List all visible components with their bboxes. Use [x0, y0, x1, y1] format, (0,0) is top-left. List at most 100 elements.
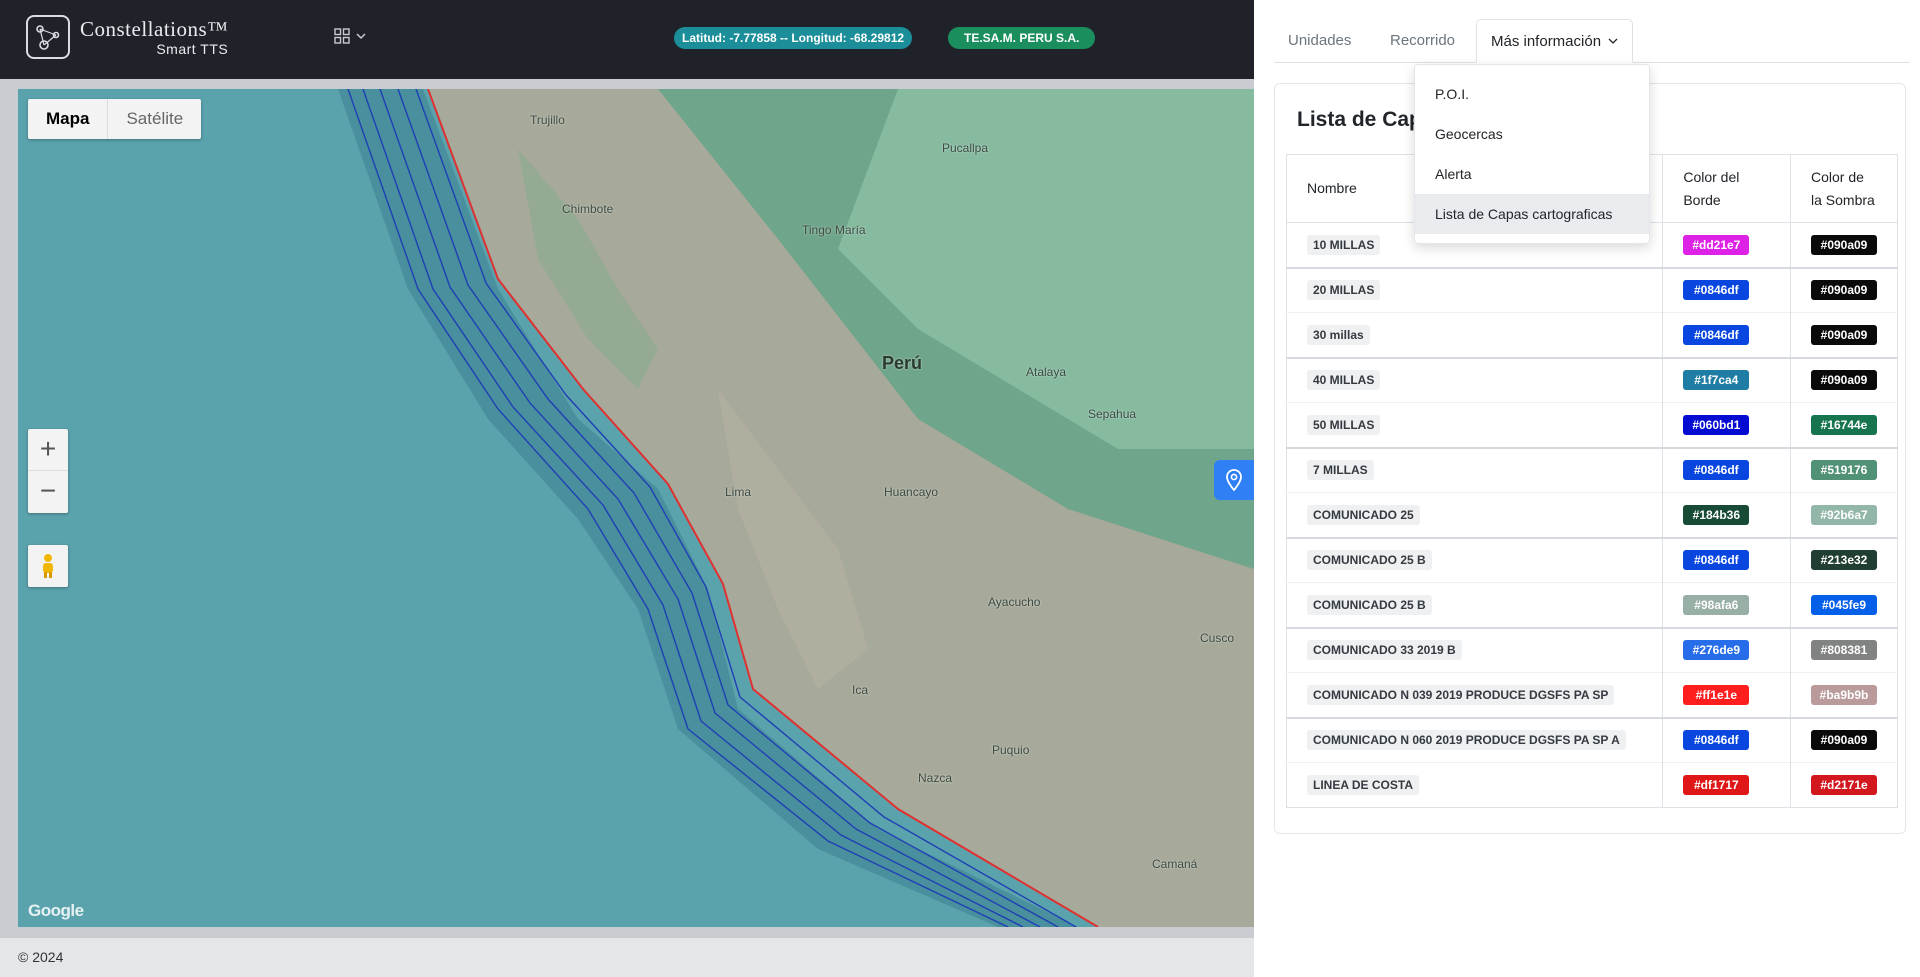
shadow-color-chip: #090a09	[1811, 280, 1877, 301]
map-label-sepahua: Sepahua	[1088, 407, 1137, 421]
tab-mas-informacion-label: Más información	[1491, 33, 1602, 50]
table-row[interactable]: 20 MILLAS #0846df #090a09	[1286, 266, 1898, 313]
company-badge[interactable]: TE.SA.M. PERU S.A.	[948, 27, 1096, 49]
layer-name-chip: 30 millas	[1307, 324, 1370, 345]
border-color-chip: #ff1e1e	[1683, 684, 1750, 705]
cell-border-color: #276de9	[1662, 626, 1791, 673]
shadow-color-chip: #090a09	[1811, 370, 1877, 391]
location-pin-button[interactable]	[1214, 460, 1254, 500]
cell-border-color: #0846df	[1662, 266, 1791, 313]
cell-border-color: #ff1e1e	[1662, 672, 1791, 718]
table-row[interactable]: 7 MILLAS #0846df #519176	[1286, 446, 1898, 493]
border-color-chip: #0846df	[1683, 730, 1750, 751]
cell-shadow-color: #16744e	[1790, 402, 1898, 448]
shadow-color-chip: #213e32	[1811, 550, 1877, 571]
tab-unidades[interactable]: Unidades	[1274, 19, 1365, 63]
map-label-pucallpa: Pucallpa	[942, 141, 989, 155]
map-label-lima: Lima	[725, 485, 752, 499]
apps-menu-button[interactable]	[334, 28, 366, 44]
menu-item-geocercas[interactable]: Geocercas	[1415, 114, 1649, 154]
menu-item-alerta[interactable]: Alerta	[1415, 154, 1649, 194]
table-row[interactable]: 50 MILLAS #060bd1 #16744e	[1286, 402, 1898, 448]
table-row[interactable]: COMUNICADO 33 2019 B #276de9 #808381	[1286, 626, 1898, 673]
cell-shadow-color: #519176	[1790, 446, 1898, 493]
layer-name-chip: 40 MILLAS	[1307, 370, 1381, 391]
table-row[interactable]: 30 millas #0846df #090a09	[1286, 312, 1898, 358]
border-color-chip: #060bd1	[1683, 414, 1750, 435]
map-label-tingo-maria: Tingo María	[802, 223, 866, 237]
cell-shadow-color: #090a09	[1790, 356, 1898, 403]
border-color-chip: #0846df	[1683, 550, 1750, 571]
cell-border-color: #dd21e7	[1662, 222, 1791, 268]
table-row[interactable]: COMUNICADO N 039 2019 PRODUCE DGSFS PA S…	[1286, 672, 1898, 718]
map-label-cusco: Cusco	[1200, 631, 1235, 645]
tab-mas-informacion[interactable]: Más información	[1476, 19, 1634, 63]
zoom-out-button[interactable]: −	[28, 471, 68, 513]
tab-recorrido[interactable]: Recorrido	[1376, 19, 1469, 63]
layer-name-chip: COMUNICADO 25	[1307, 504, 1420, 525]
grid-icon	[334, 28, 350, 44]
border-color-chip: #0846df	[1683, 280, 1750, 301]
map-type-satellite-button[interactable]: Satélite	[108, 99, 201, 139]
map-canvas[interactable]: Perú Lima Trujillo Chimbote Huancayo Aya…	[18, 89, 1254, 927]
shadow-color-chip: #090a09	[1811, 730, 1877, 751]
border-color-chip: #df1717	[1683, 775, 1750, 795]
cell-border-color: #df1717	[1662, 762, 1791, 808]
menu-item-poi[interactable]: P.O.I.	[1415, 74, 1649, 114]
cell-name: 20 MILLAS	[1286, 266, 1664, 313]
map-label-ica: Ica	[852, 683, 869, 697]
table-row[interactable]: COMUNICADO 25 B #0846df #213e32	[1286, 536, 1898, 583]
layer-name-chip: COMUNICADO 33 2019 B	[1307, 640, 1462, 661]
shadow-color-chip: #d2171e	[1811, 775, 1877, 795]
layers-table: Nombre Color del Borde Color de la Sombr…	[1286, 154, 1898, 808]
cell-border-color: #1f7ca4	[1662, 356, 1791, 403]
map-pin-icon	[1226, 469, 1242, 491]
chevron-down-icon	[1608, 38, 1618, 44]
cell-name: LINEA DE COSTA	[1286, 762, 1664, 808]
mas-informacion-dropdown: P.O.I. Geocercas Alerta Lista de Capas c…	[1414, 64, 1650, 244]
table-row[interactable]: COMUNICADO N 060 2019 PRODUCE DGSFS PA S…	[1286, 716, 1898, 763]
cell-shadow-color: #808381	[1790, 626, 1898, 673]
street-view-pegman-icon[interactable]	[28, 545, 68, 587]
cell-name: 7 MILLAS	[1286, 446, 1664, 493]
panel-tabs: Unidades Recorrido Más información	[1274, 19, 1910, 63]
brand-logo[interactable]: Constellations™ Smart TTS	[26, 15, 228, 59]
cell-name: COMUNICADO 25 B	[1286, 582, 1664, 628]
zoom-in-button[interactable]: +	[28, 429, 68, 471]
coordinates-badge: Latitud: -7.77858 -- Longitud: -68.29812	[674, 27, 913, 49]
layer-name-chip: COMUNICADO N 039 2019 PRODUCE DGSFS PA S…	[1307, 684, 1615, 705]
cell-name: COMUNICADO 25 B	[1286, 536, 1664, 583]
google-attribution[interactable]: Google	[28, 901, 84, 921]
cell-shadow-color: #213e32	[1790, 536, 1898, 583]
map-label-atalaya: Atalaya	[1026, 365, 1067, 379]
table-row[interactable]: COMUNICADO 25 #184b36 #92b6a7	[1286, 492, 1898, 538]
column-header-shadow-color: Color de la Sombra	[1790, 154, 1898, 223]
map-type-control: Mapa Satélite	[28, 99, 202, 139]
cell-shadow-color: #92b6a7	[1790, 492, 1898, 538]
map-label-chimbote: Chimbote	[562, 202, 614, 216]
brand-subtitle: Smart TTS	[156, 40, 229, 57]
shadow-color-chip: #090a09	[1811, 234, 1877, 255]
border-color-chip: #1f7ca4	[1683, 370, 1750, 391]
layer-name-chip: 7 MILLAS	[1307, 460, 1374, 481]
border-color-chip: #98afa6	[1683, 594, 1750, 615]
layer-name-chip: COMUNICADO N 060 2019 PRODUCE DGSFS PA S…	[1307, 730, 1626, 751]
map-frame: Perú Lima Trujillo Chimbote Huancayo Aya…	[0, 79, 1254, 938]
shadow-color-chip: #92b6a7	[1811, 504, 1877, 525]
table-row[interactable]: COMUNICADO 25 B #98afa6 #045fe9	[1286, 582, 1898, 628]
cell-border-color: #0846df	[1662, 446, 1791, 493]
layer-name-chip: LINEA DE COSTA	[1307, 775, 1420, 795]
cell-border-color: #0846df	[1662, 536, 1791, 583]
cell-name: COMUNICADO 33 2019 B	[1286, 626, 1664, 673]
cell-shadow-color: #090a09	[1790, 222, 1898, 268]
table-row[interactable]: LINEA DE COSTA #df1717 #d2171e	[1286, 762, 1898, 808]
terrain-basemap	[18, 89, 1254, 927]
map-label-ayacucho: Ayacucho	[988, 595, 1041, 609]
map-type-map-button[interactable]: Mapa	[28, 99, 109, 139]
zoom-control: + −	[28, 429, 68, 513]
map-label-nazca: Nazca	[918, 771, 953, 785]
layer-name-chip: COMUNICADO 25 B	[1307, 550, 1432, 571]
table-row[interactable]: 40 MILLAS #1f7ca4 #090a09	[1286, 356, 1898, 403]
border-color-chip: #184b36	[1683, 504, 1750, 525]
menu-item-lista-capas[interactable]: Lista de Capas cartograficas	[1415, 194, 1649, 234]
